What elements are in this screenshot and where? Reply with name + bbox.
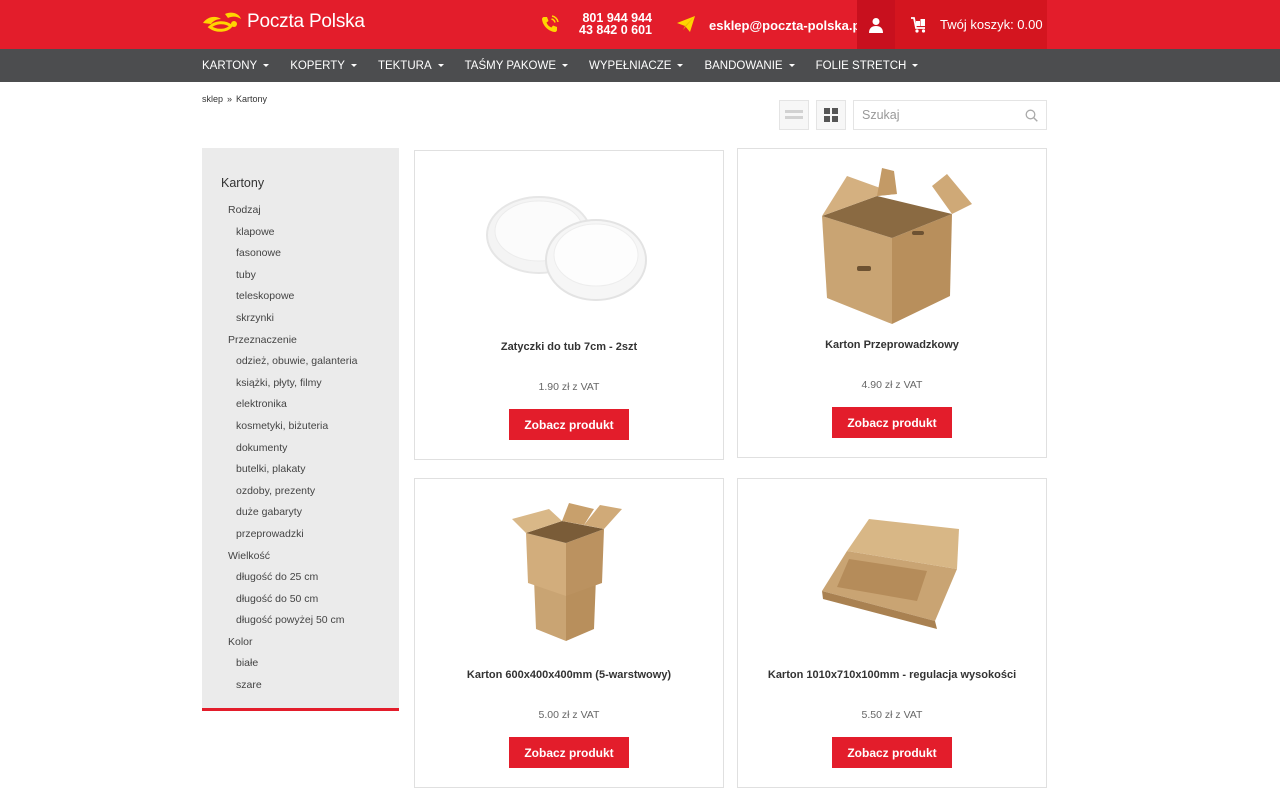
nav-item-kartony[interactable]: KARTONY <box>202 59 270 72</box>
moving-box-image <box>822 167 972 324</box>
nav-item-koperty[interactable]: KOPERTY <box>290 60 357 72</box>
product-price: 5.50 zł z VAT <box>861 709 923 721</box>
sidebar-group-heading[interactable]: Przeznaczenie <box>202 330 399 352</box>
main-nav: KARTONY KOPERTY TEKTURA TAŚMY PAKOWE WYP… <box>0 49 1280 82</box>
nav-item-label: KARTONY <box>202 59 258 72</box>
list-view-button[interactable] <box>779 100 809 130</box>
product-card: Karton 600x400x400mm (5-warstwowy) 5.00 … <box>414 478 724 788</box>
sidebar-group-heading[interactable]: Kolor <box>202 632 399 654</box>
product-price: 5.00 zł z VAT <box>538 709 600 721</box>
sidebar-group-heading[interactable]: Rodzaj <box>202 200 399 222</box>
breadcrumb-current: Kartony <box>236 94 268 104</box>
search-input[interactable] <box>854 101 1019 129</box>
sidebar-group-heading[interactable]: Wielkość <box>202 546 399 568</box>
sidebar-list: Rodzaj klapowe fasonowe tuby teleskopowe skrz… <box>202 200 399 697</box>
caret-down-icon <box>437 64 444 67</box>
sidebar-category-link[interactable]: długość powyżej 50 cm <box>202 610 399 632</box>
logo-text: Poczta Polska <box>247 11 365 32</box>
sidebar-category-link[interactable]: białe <box>202 653 399 675</box>
nav-item-wypelniacze[interactable]: WYPEŁNIACZE <box>589 59 684 72</box>
nav-item-label: FOLIE STRETCH <box>815 59 907 72</box>
view-product-button[interactable]: Zobacz produkt <box>832 407 952 438</box>
sidebar-category-link[interactable]: klapowe <box>202 222 399 244</box>
sidebar-category-link[interactable]: dokumenty <box>202 438 399 460</box>
nav-item-label: TEKTURA <box>377 59 432 72</box>
cart-total: Twój koszyk: 0.00 <box>940 17 1043 32</box>
logo[interactable]: Poczta Polska <box>201 8 365 36</box>
search-box <box>853 100 1047 130</box>
search-icon[interactable] <box>1025 109 1038 122</box>
view-product-button[interactable]: Zobacz produkt <box>509 409 629 440</box>
product-name[interactable]: Karton 1010x710x100mm - regulacja wysoko… <box>738 669 1046 681</box>
product-image[interactable] <box>415 165 723 330</box>
caret-down-icon <box>912 64 919 67</box>
grid-view-button[interactable] <box>816 100 846 130</box>
account-button[interactable] <box>857 0 895 49</box>
list-view-icon <box>785 110 803 119</box>
product-image[interactable] <box>738 163 1046 328</box>
sidebar-title: Kartony <box>221 176 265 190</box>
email-link[interactable]: esklep@poczta-polska.pl <box>709 18 864 33</box>
breadcrumb-separator: » <box>227 94 233 104</box>
top-header: Poczta Polska 801 944 944 43 842 0 601 e… <box>0 0 1280 49</box>
sidebar-category-link[interactable]: tuby <box>202 265 399 287</box>
sidebar-category-link[interactable]: szare <box>202 675 399 697</box>
sidebar-category-link[interactable]: teleskopowe <box>202 286 399 308</box>
view-product-button[interactable]: Zobacz produkt <box>832 737 952 768</box>
posthorn-logo-icon <box>203 12 241 32</box>
nav-item-label: TAŚMY PAKOWE <box>464 59 556 72</box>
sidebar-category-link[interactable]: duże gabaryty <box>202 502 399 524</box>
caret-down-icon <box>263 64 270 67</box>
sidebar-category-link[interactable]: kosmetyki, biżuteria <box>202 416 399 438</box>
caret-down-icon <box>562 64 568 67</box>
category-sidebar: Kartony Rodzaj klapowe fasonowe tuby telesko… <box>202 148 399 711</box>
sidebar-category-link[interactable]: długość do 50 cm <box>202 589 399 611</box>
tube-caps-image <box>486 196 647 301</box>
sidebar-category-link[interactable]: długość do 25 cm <box>202 567 399 589</box>
breadcrumb: sklep » Kartony <box>202 94 267 104</box>
breadcrumb-home-link[interactable]: sklep <box>202 94 223 104</box>
sidebar-category-link[interactable]: książki, płyty, filmy <box>202 373 399 395</box>
sidebar-category-link[interactable]: odzież, obuwie, galanteria <box>202 351 399 373</box>
nav-item-tasmy-pakowe[interactable]: TAŚMY PAKOWE <box>465 60 568 72</box>
sidebar-category-link[interactable]: fasonowe <box>202 243 399 265</box>
product-price: 4.90 zł z VAT <box>861 379 923 391</box>
sidebar-category-link[interactable]: butelki, plakaty <box>202 459 399 481</box>
caret-down-icon <box>350 64 357 67</box>
product-card: Karton Przeprowadzkowy 4.90 zł z VAT Zob… <box>737 148 1047 458</box>
sidebar-category-link[interactable]: przeprowadzki <box>202 524 399 546</box>
nav-item-folie-stretch[interactable]: FOLIE STRETCH <box>816 60 919 72</box>
product-card: Zatyczki do tub 7cm - 2szt 1.90 zł z VAT… <box>414 150 724 460</box>
product-card: Karton 1010x710x100mm - regulacja wysoko… <box>737 478 1047 788</box>
phone-number-2: 43 842 0 601 <box>579 23 652 37</box>
grid-view-icon <box>824 108 838 122</box>
product-name[interactable]: Zatyczki do tub 7cm - 2szt <box>415 341 723 353</box>
flat-box-image <box>822 518 959 629</box>
product-image[interactable] <box>738 493 1046 658</box>
phone-icon <box>542 15 559 32</box>
nav-item-tektura[interactable]: TEKTURA <box>378 60 444 72</box>
sidebar-category-link[interactable]: elektronika <box>202 394 399 416</box>
product-name[interactable]: Karton Przeprowadzkowy <box>738 339 1046 351</box>
sidebar-category-link[interactable]: ozdoby, prezenty <box>202 481 399 503</box>
stacked-boxes-image <box>512 502 622 641</box>
nav-item-label: BANDOWANIE <box>704 59 783 72</box>
paper-plane-icon <box>677 16 695 32</box>
caret-down-icon <box>677 64 684 67</box>
nav-item-bandowanie[interactable]: BANDOWANIE <box>704 59 795 72</box>
product-image[interactable] <box>415 493 723 658</box>
caret-down-icon <box>788 64 795 67</box>
view-product-button[interactable]: Zobacz produkt <box>509 737 629 768</box>
phone-numbers[interactable]: 801 944 944 43 842 0 601 <box>576 12 652 37</box>
product-price: 1.90 zł z VAT <box>538 381 600 393</box>
cart-button[interactable]: Twój koszyk: 0.00 <box>895 0 1047 49</box>
sidebar-category-link[interactable]: skrzynki <box>202 308 399 330</box>
user-icon <box>869 17 883 33</box>
product-name[interactable]: Karton 600x400x400mm (5-warstwowy) <box>415 669 723 681</box>
nav-item-label: KOPERTY <box>290 59 345 72</box>
cart-icon <box>911 16 926 33</box>
nav-item-label: WYPEŁNIACZE <box>589 59 672 72</box>
